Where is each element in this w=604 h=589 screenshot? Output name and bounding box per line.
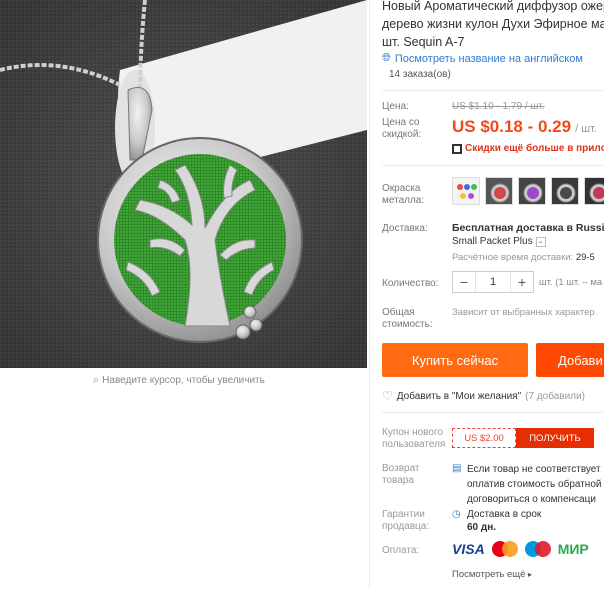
- see-more-payments-link[interactable]: Посмотреть ещё ▸: [452, 569, 532, 580]
- caret-right-icon: ▸: [528, 570, 533, 579]
- returns-line: оплатив стоимость обратной: [467, 479, 602, 490]
- zoom-hint-text: Наведите курсор, чтобы увеличить: [102, 375, 265, 386]
- quantity-input[interactable]: 1: [475, 272, 511, 292]
- color-swatch[interactable]: [452, 177, 480, 205]
- price-label: Цена:: [382, 101, 409, 112]
- guarantee-days: 60 дн.: [467, 522, 497, 533]
- mir-logo: МИР: [557, 541, 589, 557]
- get-coupon-button[interactable]: ПОЛУЧИТЬ: [516, 428, 594, 448]
- app-discount-link[interactable]: Скидки ещё больше в прилож: [452, 143, 604, 154]
- delivery-time-label: Расчётное время доставки:: [452, 252, 574, 263]
- returns-text: Если товар не соответствует оплатив стои…: [467, 462, 601, 507]
- product-title-line: шт. Sequin A-7: [382, 35, 465, 49]
- add-to-wishlist-link[interactable]: ♡ Добавить в "Мои желания" (7 добавили): [382, 389, 585, 403]
- quantity-plus-button[interactable]: +: [511, 272, 533, 292]
- discount-price: US $0.18 - 0.29/ шт.: [452, 117, 597, 137]
- free-shipping-value: Бесплатная доставка в Russian: [452, 222, 604, 234]
- translate-link-text: Посмотреть название на английском: [394, 52, 583, 65]
- color-swatch[interactable]: [584, 177, 604, 205]
- heart-icon: ♡: [382, 389, 393, 403]
- quantity-stepper: − 1 +: [452, 271, 534, 293]
- divider: [382, 90, 604, 91]
- mastercard-logo: [491, 541, 518, 557]
- returns-label: Возврат товара: [382, 463, 420, 486]
- discount-price-value: US $0.18 - 0.29: [452, 117, 572, 136]
- returns-line: Если товар не соответствует: [467, 464, 601, 475]
- magnifier-icon: ⌕: [93, 374, 100, 386]
- total-label: Общая стоимость:: [382, 307, 433, 330]
- buy-now-button[interactable]: Купить сейчас: [382, 343, 528, 377]
- divider: [382, 165, 604, 166]
- quantity-label: Количество:: [382, 278, 439, 289]
- quantity-minus-button[interactable]: −: [453, 272, 475, 292]
- shipping-method-text: Small Packet Plus: [452, 236, 533, 247]
- wishlist-count: (7 добавили): [525, 390, 585, 402]
- maestro-logo: [524, 541, 551, 557]
- chevron-down-icon: ⌄: [535, 236, 546, 247]
- translate-icon: 🌐︎: [382, 52, 391, 64]
- shipping-method-select[interactable]: Small Packet Plus ⌄: [452, 236, 546, 247]
- product-title: Новый Ароматический диффузор ожер дерево…: [382, 0, 604, 51]
- color-label: Окраска металла:: [382, 183, 425, 206]
- product-image[interactable]: [0, 0, 367, 368]
- payment-label: Оплата:: [382, 545, 420, 556]
- color-swatch[interactable]: [518, 177, 546, 205]
- add-to-cart-button[interactable]: Добави: [536, 343, 604, 377]
- clock-icon: ◷: [452, 509, 461, 520]
- qr-code-icon: [452, 143, 462, 154]
- color-swatch[interactable]: [551, 177, 579, 205]
- translate-link[interactable]: 🌐︎ Посмотреть название на английском: [382, 52, 583, 65]
- price-unit: / шт.: [575, 123, 597, 135]
- payment-methods: VISA МИР: [452, 541, 589, 557]
- wishlist-text: Добавить в "Мои желания": [396, 390, 522, 402]
- color-swatch[interactable]: [485, 177, 513, 205]
- divider: [382, 412, 604, 413]
- free-shipping-text: Бесплатная доставка в Russian: [452, 222, 604, 234]
- app-discount-text: Скидки ещё больше в прилож: [465, 143, 604, 154]
- column-divider: [369, 0, 370, 589]
- orders-count: 14 заказа(ов): [389, 69, 451, 80]
- guarantee-text: Доставка в срок: [467, 509, 542, 520]
- coupon-box: US $2.00 ПОЛУЧИТЬ: [452, 428, 594, 448]
- old-price: US $1.10 - 1.79 / шт.: [452, 101, 545, 112]
- shipping-label: Доставка:: [382, 223, 428, 234]
- color-swatches: [452, 177, 604, 205]
- coupon-label: Купон нового пользователя: [382, 427, 446, 450]
- zoom-hint: ⌕ Наведите курсор, чтобы увеличить: [93, 374, 265, 387]
- returns-line: договориться о компенсаци: [467, 494, 596, 505]
- coupon-value: US $2.00: [452, 428, 516, 448]
- see-more-text: Посмотреть ещё: [452, 569, 526, 580]
- visa-logo: VISA: [452, 541, 485, 557]
- guarantee-label: Гарантии продавца:: [382, 509, 430, 532]
- delivery-time-value: 29-5: [575, 252, 595, 263]
- quantity-note: шт. (1 шт. – ма: [539, 277, 603, 288]
- discount-price-label: Цена со скидкой:: [382, 117, 422, 140]
- delivery-time: Расчётное время доставки: 29-5: [452, 252, 595, 263]
- product-title-line: дерево жизни кулон Духи Эфирное ма: [382, 17, 604, 31]
- product-title-line: Новый Ароматический диффузор ожер: [382, 0, 604, 13]
- total-value: Зависит от выбранных характер: [452, 307, 595, 318]
- return-icon: ▤: [452, 463, 462, 474]
